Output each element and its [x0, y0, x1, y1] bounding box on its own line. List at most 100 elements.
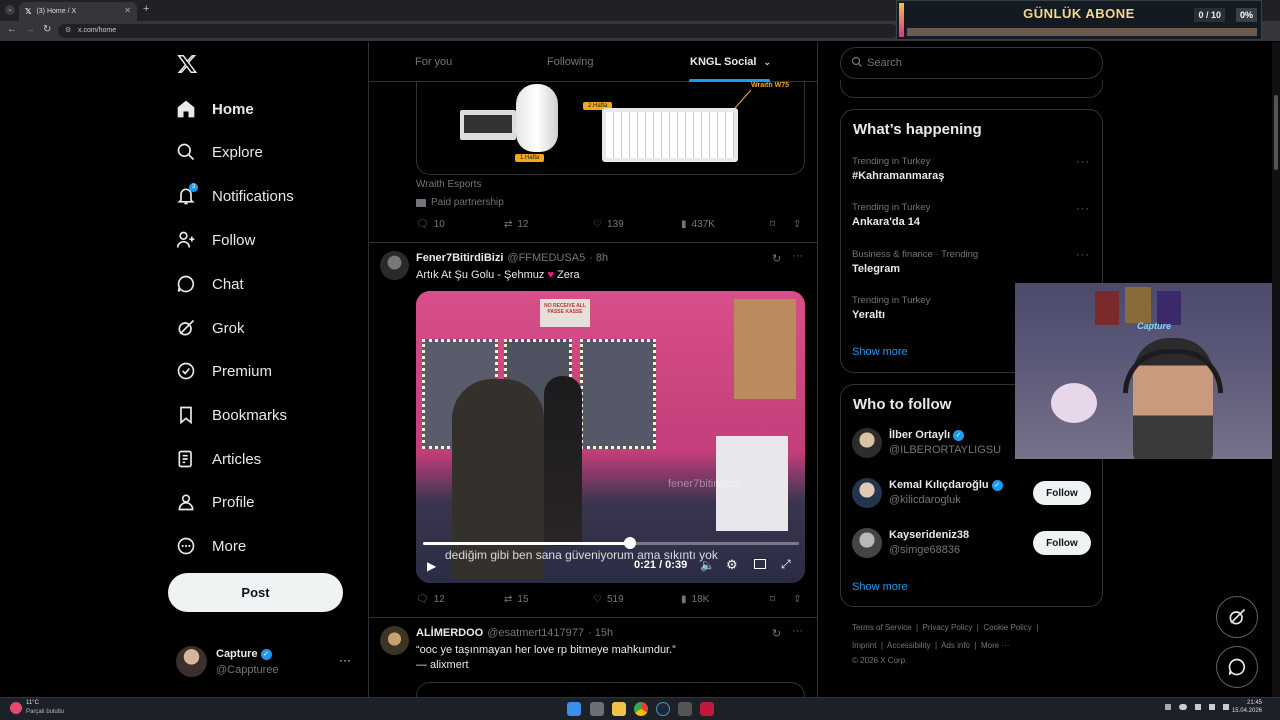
- nav-item-chat[interactable]: Chat: [176, 269, 244, 299]
- repost-button[interactable]: ⇄ 12: [504, 219, 529, 230]
- chat-floating-button[interactable]: [1216, 646, 1258, 688]
- nav-item-articles[interactable]: Articles: [176, 444, 261, 474]
- windows-start-icon[interactable]: [567, 702, 581, 716]
- browser-tab[interactable]: 𝕏 (3) Home / X ✕: [19, 2, 137, 21]
- nav-item-bookmarks[interactable]: Bookmarks: [176, 400, 287, 430]
- trend-item[interactable]: Trending in Turkey #Kahramanmaraş: [852, 156, 944, 182]
- views-button[interactable]: ▮ 18K: [681, 594, 709, 605]
- footer-link[interactable]: More ···: [981, 641, 1009, 650]
- tweet-time[interactable]: · 15h: [588, 627, 613, 639]
- footer-link[interactable]: Imprint: [852, 641, 876, 650]
- footer-link[interactable]: Privacy Policy: [923, 623, 973, 632]
- task-view-icon[interactable]: [590, 702, 604, 716]
- tab-following[interactable]: Following: [547, 56, 593, 68]
- settings-icon[interactable]: ⚙: [726, 557, 738, 573]
- steam-icon[interactable]: [656, 702, 670, 716]
- x-logo-icon[interactable]: [176, 53, 198, 75]
- chrome-icon[interactable]: [634, 702, 648, 716]
- share-button[interactable]: ⇪: [793, 219, 801, 230]
- clock-time: 21:45: [1246, 700, 1262, 706]
- show-more-follow-link[interactable]: Show more: [852, 581, 908, 593]
- adobe-app-icon[interactable]: [700, 702, 714, 716]
- trend-item[interactable]: Trending in Turkey Yeraltı: [852, 295, 930, 321]
- footer-link[interactable]: Cookie Policy: [983, 623, 1031, 632]
- footer-link[interactable]: Ads info: [941, 641, 970, 650]
- file-explorer-icon[interactable]: [612, 702, 626, 716]
- trend-item[interactable]: Business & finance · Trending Telegram: [852, 249, 978, 275]
- reply-button[interactable]: 🗨 10: [416, 219, 445, 230]
- video-progress-track[interactable]: [423, 542, 799, 545]
- nav-item-premium[interactable]: Premium: [176, 356, 272, 386]
- play-icon[interactable]: ▶: [427, 559, 436, 573]
- account-switcher[interactable]: Capture ✓ @Cappturee ···: [176, 645, 356, 679]
- video-player[interactable]: NO RECEIVE ALL PASSE KASSE fener7bitirdi…: [416, 291, 805, 583]
- tweet-media-card[interactable]: [416, 682, 805, 697]
- grok-explain-icon[interactable]: ↻: [772, 252, 781, 265]
- ad-media-card[interactable]: 1.Hafta 2.Hafta Wraith W75: [416, 82, 805, 175]
- footer-link[interactable]: Accessibility: [887, 641, 931, 650]
- nav-item-follow[interactable]: Follow: [176, 225, 255, 255]
- like-button[interactable]: ♡ 139: [593, 219, 624, 230]
- nav-item-grok[interactable]: Grok: [176, 313, 245, 343]
- like-button[interactable]: ♡ 519: [593, 594, 624, 605]
- trend-more-icon[interactable]: ···: [1076, 249, 1268, 261]
- trend-more-icon[interactable]: ···: [1076, 156, 1268, 168]
- trend-item[interactable]: Trending in Turkey Ankara'da 14: [852, 202, 930, 228]
- tweet-author-handle[interactable]: @esatmert1417977: [487, 627, 584, 639]
- site-info-icon[interactable]: ⚙: [65, 24, 71, 38]
- nav-item-explore[interactable]: Explore: [176, 137, 263, 167]
- suggested-user[interactable]: İlber Ortaylı ✓ @ILBERORTAYLIGSU: [889, 429, 1001, 456]
- show-more-trends-link[interactable]: Show more: [852, 346, 908, 358]
- views-button[interactable]: ▮ 437K: [681, 219, 715, 230]
- tweet-more-icon[interactable]: ···: [792, 625, 803, 637]
- new-tab-icon[interactable]: +: [143, 3, 149, 15]
- search-input[interactable]: Search: [840, 47, 1103, 79]
- follow-button[interactable]: Follow: [1033, 531, 1091, 555]
- avatar[interactable]: [852, 428, 882, 458]
- grok-explain-icon[interactable]: ↻: [772, 627, 781, 640]
- fullscreen-icon[interactable]: ⤢: [781, 557, 791, 572]
- account-name: Capture: [216, 648, 258, 660]
- back-icon[interactable]: ←: [7, 24, 17, 35]
- scrollbar-thumb[interactable]: [1274, 95, 1278, 170]
- suggested-user[interactable]: Kayserideniz38 @simge68836: [889, 529, 969, 556]
- grok-floating-button[interactable]: [1216, 596, 1258, 638]
- avatar[interactable]: [380, 626, 409, 655]
- tab-menu-icon[interactable]: ⌄: [5, 5, 15, 15]
- forward-icon[interactable]: →: [25, 24, 35, 35]
- tweet-time[interactable]: · 8h: [589, 252, 608, 264]
- system-tray[interactable]: [1165, 704, 1229, 710]
- avatar[interactable]: [380, 251, 409, 280]
- nav-item-home[interactable]: Home: [176, 94, 254, 124]
- tab-kngl-social[interactable]: KNGL Social ⌄: [690, 56, 771, 68]
- ad-source[interactable]: Wraith Esports: [416, 179, 481, 190]
- settings-app-icon[interactable]: [678, 702, 692, 716]
- url-field[interactable]: ⚙ x.com/home: [58, 24, 898, 38]
- tweet-author-handle[interactable]: @FFMEDUSA5: [507, 252, 585, 264]
- bookmark-button[interactable]: ⌑: [770, 219, 775, 230]
- reply-icon: 🗨: [416, 219, 429, 230]
- trend-more-icon[interactable]: ···: [1076, 203, 1268, 215]
- taskbar-clock[interactable]: 21:45 15.04.2026: [1228, 700, 1262, 714]
- more-dots-icon[interactable]: ···: [339, 653, 351, 667]
- nav-item-profile[interactable]: Profile: [176, 487, 255, 517]
- footer-link[interactable]: Terms of Service: [852, 623, 912, 632]
- nav-item-more[interactable]: More: [176, 531, 246, 561]
- tweet-more-icon[interactable]: ···: [792, 250, 803, 262]
- tab-close-icon[interactable]: ✕: [124, 6, 131, 15]
- tweet-author-name[interactable]: ALİMERDOO: [416, 627, 483, 639]
- reload-icon[interactable]: ↻: [43, 24, 51, 35]
- tab-for-you[interactable]: For you: [415, 56, 452, 68]
- avatar[interactable]: [852, 528, 882, 558]
- pip-icon[interactable]: [754, 559, 766, 569]
- tweet-author-name[interactable]: Fener7BitirdiBizi: [416, 252, 503, 264]
- avatar[interactable]: [852, 478, 882, 508]
- post-button[interactable]: Post: [168, 573, 343, 612]
- reply-button[interactable]: 🗨 12: [416, 594, 445, 605]
- bookmark-button[interactable]: ⌑: [770, 594, 775, 605]
- volume-icon[interactable]: 🔈: [700, 558, 715, 572]
- follow-button[interactable]: Follow: [1033, 481, 1091, 505]
- repost-button[interactable]: ⇄ 15: [504, 594, 529, 605]
- share-button[interactable]: ⇪: [793, 594, 801, 605]
- suggested-user[interactable]: Kemal Kılıçdaroğlu ✓ @kilicdarogluk: [889, 479, 1003, 506]
